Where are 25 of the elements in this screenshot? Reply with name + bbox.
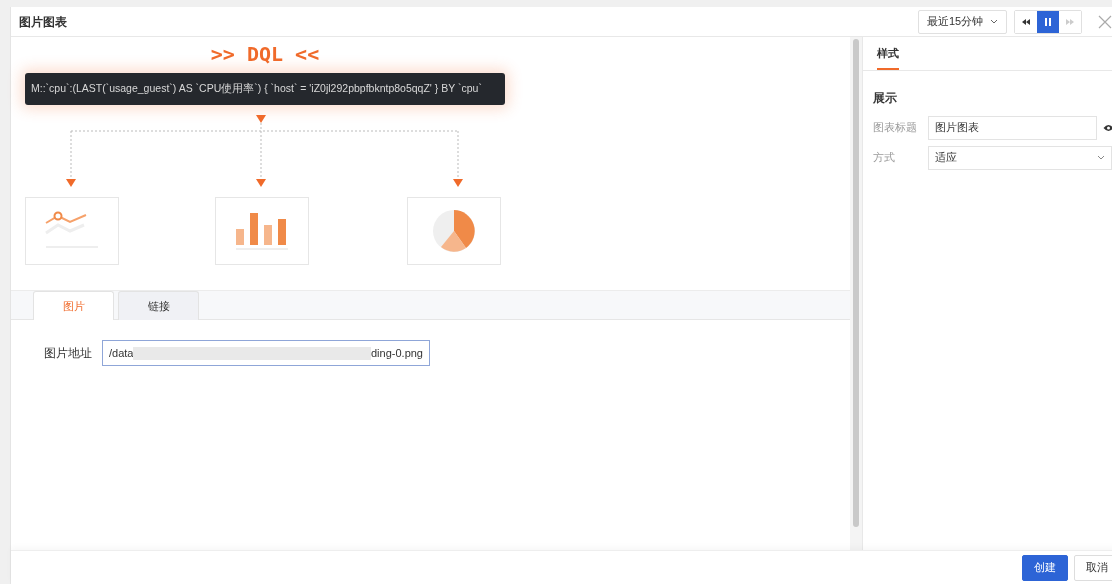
image-url-field[interactable]: /data ding-0.png	[102, 340, 430, 366]
pause-button[interactable]	[1037, 10, 1059, 33]
pause-icon	[1043, 16, 1053, 27]
rewind-icon	[1021, 16, 1031, 27]
field-label: 方式	[873, 150, 896, 166]
eye-icon[interactable]	[1103, 123, 1112, 132]
window-title: 图片图表	[19, 13, 67, 31]
field-label: 图片地址	[44, 345, 92, 362]
field-label: 图表标题	[873, 120, 918, 136]
cancel-button[interactable]: 取消	[1074, 554, 1112, 581]
create-button[interactable]: 创建	[1022, 554, 1068, 581]
line-chart-icon	[44, 211, 100, 251]
section-title: 展示	[872, 89, 898, 107]
chart-title-field[interactable]: 图片图表	[928, 115, 1097, 140]
source-tab[interactable]: 链接	[118, 291, 199, 320]
time-range-select[interactable]: 最近15分钟	[918, 9, 1007, 34]
pie-chart-icon	[432, 209, 476, 253]
scrollbar-thumb[interactable]	[853, 39, 859, 527]
chevron-down-icon	[1097, 155, 1105, 160]
fast-forward-icon	[1065, 16, 1075, 27]
query-text: M::`cpu`:(LAST(`usage_guest`) AS `CPU使用率`) { `host` = 'iZ0jl292pbpfbkntp8o5qqZ' } BY `cpu`	[25, 73, 505, 105]
dql-heading: >> DQL <<	[209, 43, 321, 65]
chevron-down-icon	[990, 19, 998, 24]
mode-select[interactable]: 适应	[928, 145, 1112, 170]
panel-tab[interactable]: 样式	[877, 37, 899, 70]
